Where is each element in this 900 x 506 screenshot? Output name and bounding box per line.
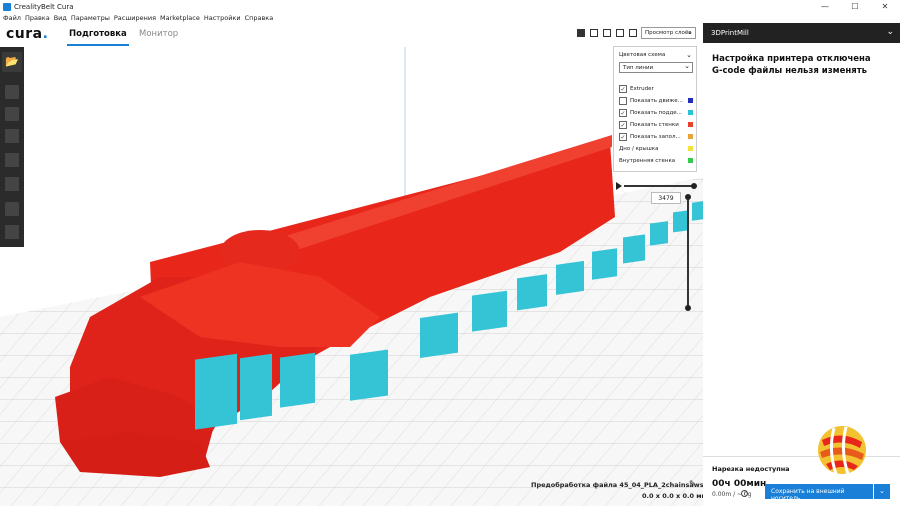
row-inner-wall: Внутренняя стенка [619,155,695,166]
divider [703,456,900,457]
walls-swatch [688,122,693,127]
info-icon[interactable]: i [741,490,748,497]
per-model-settings-icon[interactable] [5,177,19,191]
scene-render [0,47,703,506]
travel-swatch [688,98,693,103]
save-options-chevron-icon[interactable]: ⌄ [874,484,890,499]
header-bar: cura. Подготовка Монитор Просмотр слоёв [0,23,703,47]
checkbox-extruder[interactable]: ✓ [619,84,627,93]
watermark-logo [818,426,866,475]
rotate-tool-icon[interactable] [5,129,19,143]
row-support[interactable]: ✓ Показать подде... [619,107,695,118]
layer-tool-icon[interactable] [5,225,19,239]
view-orientation-group [577,29,637,37]
move-tool-icon[interactable] [5,85,19,99]
printer-name: 3DPrintMill [711,29,749,37]
menu-view[interactable]: Вид [54,14,67,22]
view-3d-icon[interactable] [577,29,585,37]
menu-settings[interactable]: Параметры [71,14,110,22]
menu-file[interactable]: Файл [3,14,21,22]
play-icon[interactable] [616,182,622,190]
top-bottom-swatch [688,146,693,151]
checkbox-walls[interactable]: ✓ [619,120,627,129]
menu-extensions[interactable]: Расширения [114,14,156,22]
cura-window: CrealityBelt Cura — ☐ ✕ Файл Правка Вид … [0,0,900,506]
title-bar: CrealityBelt Cura — ☐ ✕ [0,0,900,13]
path-slider-handle[interactable] [691,183,697,189]
tab-prepare[interactable]: Подготовка [67,29,129,46]
view-mode-select[interactable]: Просмотр слоёв [641,27,696,39]
row-extruder[interactable]: ✓ Extruder [619,83,695,94]
close-button[interactable]: ✕ [870,2,900,11]
tab-monitor[interactable]: Монитор [139,29,178,39]
menu-bar: Файл Правка Вид Параметры Расширения Mar… [0,13,900,23]
menu-help[interactable]: Справка [245,14,274,22]
checkbox-support[interactable]: ✓ [619,108,627,117]
cura-logo: cura. [6,26,49,42]
row-walls[interactable]: ✓ Показать стенки [619,119,695,130]
view-top-icon[interactable] [603,29,611,37]
save-to-removable-button[interactable]: Сохранить на внешний носитель [765,484,873,502]
view-front-icon[interactable] [590,29,598,37]
chevron-down-icon[interactable]: ⌄ [686,51,692,59]
print-time: 00ч 00мин [712,479,767,489]
color-scheme-title: Цветовая схема [619,52,666,58]
printer-selector[interactable]: 3DPrintMill ⌄ [703,23,900,43]
color-scheme-dropdown[interactable]: Тип линии [619,62,693,73]
menu-marketplace[interactable]: Marketplace [160,14,200,22]
pencil-icon[interactable]: ✎ [689,479,696,488]
app-icon [3,2,11,11]
color-scheme-panel: Цветовая схема ⌄ Тип линии ✓ Extruder По… [613,46,697,172]
right-panel: 3DPrintMill ⌄ Настройка принтера отключе… [703,23,900,506]
window-title: CrealityBelt Cura [14,2,74,11]
chevron-down-icon[interactable]: ⌄ [886,27,894,37]
slice-status: Нарезка недоступна [712,465,790,473]
maximize-button[interactable]: ☐ [840,2,870,11]
minimize-button[interactable]: — [810,2,840,11]
model-dimensions: 0.0 x 0.0 x 0.0 мм [642,492,707,500]
layer-path-slider[interactable] [624,185,694,187]
row-travel[interactable]: Показать движе... [619,95,695,106]
layer-number-input[interactable]: 3479 [651,192,681,204]
row-top-bottom: Дно / крышка [619,143,695,154]
scale-tool-icon[interactable] [5,107,19,121]
mirror-tool-icon[interactable] [5,153,19,167]
menu-edit[interactable]: Правка [25,14,50,22]
support-blocker-icon[interactable] [5,202,19,216]
3d-viewport[interactable] [0,47,703,506]
checkbox-infill[interactable]: ✓ [619,132,627,141]
menu-preferences[interactable]: Настройки [204,14,241,22]
infill-swatch [688,134,693,139]
layer-vertical-slider[interactable] [687,197,689,309]
left-toolbar: 📂 [0,47,24,247]
layer-bottom-handle[interactable] [685,305,691,311]
printer-message: Настройка принтера отключена G-code файл… [712,54,871,76]
row-infill[interactable]: ✓ Показать запол... [619,131,695,142]
checkbox-travel[interactable] [619,96,627,105]
support-swatch [688,110,693,115]
view-left-icon[interactable] [616,29,624,37]
open-file-button[interactable]: 📂 [2,52,22,72]
inner-wall-swatch [688,158,693,163]
layer-top-handle[interactable] [685,194,691,200]
view-right-icon[interactable] [629,29,637,37]
